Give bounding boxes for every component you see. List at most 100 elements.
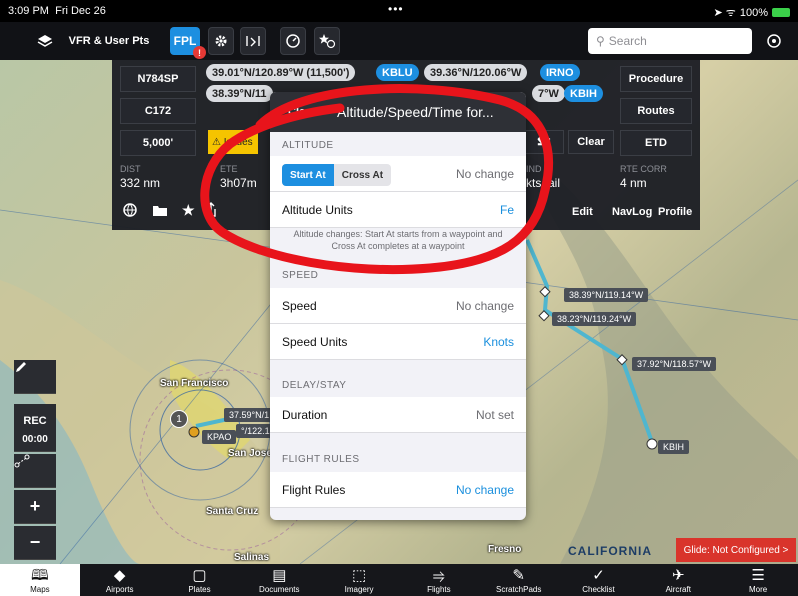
issues-warning-button[interactable]: ⚠ Issues [208, 130, 258, 154]
star-icon[interactable]: ★ [182, 202, 195, 219]
altitude-units-value[interactable]: Fe [500, 203, 514, 217]
altitude-units-label: Altitude Units [282, 203, 353, 217]
documents-icon: ▤ [272, 567, 287, 584]
speed-value[interactable]: No change [456, 299, 514, 313]
zoom-in-button[interactable]: + [14, 490, 56, 524]
tab-label: Documents [259, 585, 300, 594]
tail-number-button[interactable]: N784SP [120, 66, 196, 92]
procedure-button[interactable]: Procedure [620, 66, 692, 92]
duration-value[interactable]: Not set [476, 408, 514, 422]
numbered-marker[interactable]: 1 [170, 410, 188, 428]
waypoint-label[interactable]: KBIH [658, 440, 690, 454]
route-waypoint[interactable]: 39.36°N/120.06°W [424, 64, 528, 81]
waypoint-label[interactable]: 38.23°N/119.24°W [552, 312, 637, 326]
flights-icon: ⥤ [432, 567, 445, 584]
flight-rules-row[interactable]: Flight Rules No change [270, 472, 526, 508]
airport-label-kpao[interactable]: KPAO [202, 430, 237, 444]
speed-units-value[interactable]: Knots [483, 335, 514, 349]
route-waypoint[interactable]: 39.01°N/120.89°W (11,500') [206, 64, 356, 81]
speed-units-row[interactable]: Speed Units Knots [270, 324, 526, 360]
route-waypoint[interactable]: 7°W [532, 85, 565, 102]
tab-maps[interactable]: 🕮 Maps [0, 564, 80, 596]
tab-documents[interactable]: ▤ Documents [239, 564, 319, 596]
tab-aircraft[interactable]: ✈ Aircraft [638, 564, 718, 596]
layers-icon[interactable] [34, 27, 56, 55]
cross-at-segment[interactable]: Cross At [334, 164, 391, 186]
globe-icon[interactable] [122, 202, 138, 221]
city-label: Salinas [234, 552, 270, 563]
tab-checklist[interactable]: ✓ Checklist [559, 564, 639, 596]
tab-scratchpads[interactable]: ✎ ScratchPads [479, 564, 559, 596]
reverse-route-icon[interactable]: ⇆ [524, 130, 564, 154]
draw-pencil-icon[interactable] [14, 360, 56, 394]
routes-button[interactable]: Routes [620, 98, 692, 124]
tab-plates[interactable]: ▢ Plates [160, 564, 240, 596]
airports-icon: ◆ [113, 567, 126, 584]
tab-label: Airports [105, 585, 134, 594]
stat-label: IND [526, 164, 542, 174]
aircraft-type-button[interactable]: C172 [120, 98, 196, 124]
waypoint-label[interactable]: 37.92°N/118.57°W [632, 357, 717, 371]
favorites-star-icon[interactable] [314, 27, 340, 55]
duration-row[interactable]: Duration Not set [270, 397, 526, 433]
zoom-out-button[interactable]: − [14, 526, 56, 560]
tab-airports[interactable]: ◆ Airports [80, 564, 160, 596]
tab-more[interactable]: ☰ More [718, 564, 798, 596]
altitude-help-note: Altitude changes: Start At starts from a… [293, 229, 503, 251]
tab-label: Aircraft [665, 585, 691, 594]
status-right: ➤ ᯤ 100% [714, 5, 790, 20]
route-tool-icon[interactable] [14, 454, 56, 488]
stat-label: DIST [120, 164, 141, 174]
popover-header: Close Altitude/Speed/Time for... [270, 92, 526, 132]
etd-button[interactable]: ETD [620, 130, 692, 156]
multitask-dots[interactable]: ••• [388, 2, 404, 16]
status-bar: 3:09 PM Fri Dec 26 ••• ➤ ᯤ 100% [0, 0, 798, 22]
speed-units-label: Speed Units [282, 335, 348, 349]
route-waypoint[interactable]: KBIH [564, 85, 603, 102]
route-waypoint[interactable]: KBLU [376, 64, 419, 81]
glide-status-button[interactable]: Glide: Not Configured > [676, 538, 796, 562]
layers-selector-button[interactable]: VFR & User Pts [64, 27, 154, 55]
settings-gear-icon[interactable] [208, 27, 234, 55]
start-at-segment[interactable]: Start At [282, 164, 334, 186]
stat-value: 332 nm [120, 176, 161, 190]
share-icon[interactable] [204, 202, 218, 221]
navlog-button[interactable]: NavLog [612, 206, 652, 218]
altitude-value[interactable]: No change [456, 167, 514, 181]
edit-button[interactable]: Edit [572, 206, 593, 218]
flight-rules-value[interactable]: No change [456, 483, 514, 497]
record-timer: 00:00 [14, 428, 56, 452]
map-toolbar: VFR & User Pts FPL ! ⚲ Search [0, 22, 798, 60]
tab-label: More [748, 585, 768, 594]
tab-label: ScratchPads [496, 585, 542, 594]
route-waypoint[interactable]: IRNO [540, 64, 580, 81]
filter-icon[interactable] [240, 27, 266, 55]
tab-imagery[interactable]: ⬚ Imagery [319, 564, 399, 596]
speed-row[interactable]: Speed No change [270, 288, 526, 324]
folder-icon[interactable] [152, 202, 168, 221]
scratchpads-icon: ✎ [512, 567, 525, 584]
stat-label: ETE [220, 164, 238, 174]
clear-route-button[interactable]: Clear [568, 130, 614, 154]
profile-button[interactable]: Profile [658, 206, 692, 218]
tab-label: Checklist [582, 585, 615, 594]
tab-flights[interactable]: ⥤ Flights [399, 564, 479, 596]
instruments-gauge-icon[interactable] [280, 27, 306, 55]
search-icon: ⚲ [596, 34, 605, 48]
close-button[interactable]: Close [288, 106, 318, 118]
altitude-speed-time-popover: Close Altitude/Speed/Time for... ALTITUD… [270, 92, 526, 520]
city-label: San Francisco [160, 378, 229, 389]
stat-label: RTE CORR [620, 164, 667, 174]
stat-value: 4 nm [620, 176, 647, 190]
route-waypoint[interactable]: 38.39°N/11 [206, 85, 273, 102]
aircraft-icon: ✈ [671, 567, 685, 584]
tab-label: Imagery [344, 585, 374, 594]
signal-icons: ➤ ᯤ [713, 7, 736, 19]
waypoint-label[interactable]: 37.59°N/1 [224, 408, 275, 422]
locate-crosshair-icon[interactable] [760, 27, 788, 55]
waypoint-label[interactable]: 38.39°N/119.14°W [564, 288, 649, 302]
section-header-altitude: ALTITUDE [282, 140, 334, 151]
app-root: 3:09 PM Fri Dec 26 ••• ➤ ᯤ 100% VFR & Us… [0, 0, 798, 596]
cruise-altitude-button[interactable]: 5,000' [120, 130, 196, 156]
search-input[interactable]: ⚲ Search [588, 28, 752, 54]
